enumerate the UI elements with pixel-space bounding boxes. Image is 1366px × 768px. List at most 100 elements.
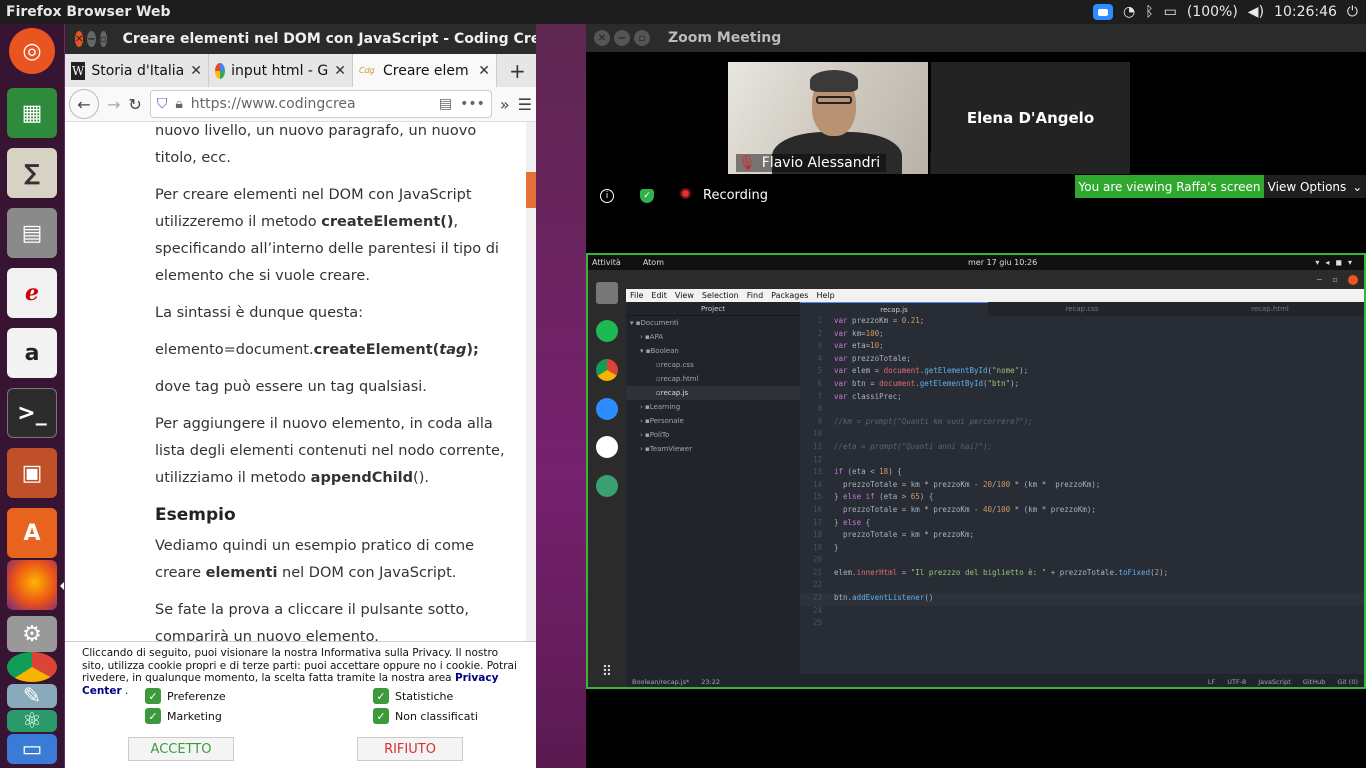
status-grammar: JavaScript (1258, 677, 1291, 686)
code-line[interactable]: 10 (800, 429, 1364, 442)
line-text: var prezzoKm = 0.21; (834, 316, 925, 325)
code-line[interactable]: 2 var km=100; (800, 329, 1364, 342)
text-editor-icon[interactable]: ✎ (7, 684, 57, 709)
line-text: //km = prompt("Quanti km vuoi percorrere… (834, 416, 1033, 426)
editor-tab: recap.css (1065, 305, 1099, 313)
check-icon: ✓ (145, 708, 161, 724)
code-line[interactable]: 5 var elem = document.getElementById("nom… (800, 366, 1364, 379)
maximize-icon[interactable]: ▫ (99, 31, 107, 47)
lock-icon[interactable]: 🔒︎ (175, 96, 182, 112)
bluetooth-icon[interactable]: ᛒ (1145, 4, 1153, 20)
code-line[interactable]: 11 //eta = prompt("Quanti anni hai?"); (800, 442, 1364, 455)
code-line[interactable]: 20 (800, 555, 1364, 568)
code-line[interactable]: 12 (800, 455, 1364, 468)
back-button[interactable]: ← (69, 89, 99, 119)
active-app-title[interactable]: Firefox Browser Web (6, 4, 171, 20)
video-tile-participant-2[interactable]: Elena D'Angelo (931, 62, 1130, 174)
files-icon[interactable]: ▭ (7, 734, 57, 764)
close-icon[interactable]: ✕ (75, 31, 84, 47)
page-scrollbar[interactable] (526, 122, 536, 642)
battery-percent[interactable]: (100%) (1187, 4, 1238, 20)
overflow-chevron-icon[interactable]: » (500, 95, 510, 114)
participant-name: Elena D'Angelo (966, 109, 1095, 127)
tree-item: ▫ recap.html (656, 375, 699, 383)
math-icon[interactable]: ∑ (7, 148, 57, 198)
minimize-icon[interactable]: − (87, 31, 96, 47)
code-line[interactable]: 23 btn.addEventListener() (800, 593, 1364, 606)
wifi-icon[interactable]: ◔ (1123, 4, 1135, 20)
code-line[interactable]: 21 elem.innerHtml = "Il prezzzo del bigli… (800, 568, 1364, 581)
line-number: 23 (812, 593, 822, 603)
info-icon[interactable]: i (600, 188, 614, 203)
atom-icon[interactable]: ⚛ (7, 709, 57, 734)
code-line[interactable]: 16 prezzoTotale = km * prezzoKm - 40/100… (800, 505, 1364, 518)
close-tab-icon[interactable]: ✕ (334, 63, 346, 79)
code-line[interactable]: 3 var eta=10; (800, 341, 1364, 354)
power-icon[interactable]: ⏻ (1347, 4, 1358, 20)
viewing-screen-banner: You are viewing Raffa's screen (1075, 175, 1264, 198)
code-line[interactable]: 6 var btn = document.getElementById("btn"… (800, 379, 1364, 392)
menu-icon[interactable]: ☰ (518, 95, 532, 114)
wikipedia-icon: W (71, 61, 86, 80)
code-line[interactable]: 13 if (eta < 18) { (800, 467, 1364, 480)
clock[interactable]: 10:26:46 (1274, 4, 1337, 20)
forward-button[interactable]: → (107, 95, 120, 114)
participant-hair (810, 70, 858, 92)
tab-input-html[interactable]: input html - G ✕ (209, 54, 353, 87)
checkbox-preferenze[interactable]: ✓ Preferenze (145, 688, 226, 704)
checkbox-statistiche[interactable]: ✓ Statistiche (373, 688, 453, 704)
accept-button[interactable]: ACCETTO (128, 737, 234, 761)
article-body: nuovo livello, un nuovo paragrafo, un nu… (155, 122, 515, 642)
code-line[interactable]: 9 //km = prompt("Quanti km vuoi percorrer… (800, 417, 1364, 430)
settings-icon[interactable]: ⚙ (7, 616, 57, 652)
document-viewer-icon[interactable]: ℯ (7, 268, 57, 318)
reject-button[interactable]: RIFIUTO (357, 737, 463, 761)
code-line[interactable]: 17} else { (800, 518, 1364, 531)
software-icon[interactable]: A (7, 508, 57, 558)
view-options-button[interactable]: View Options ⌄ (1264, 175, 1366, 198)
ubuntu-logo-icon[interactable]: ◎ (9, 28, 55, 74)
page-actions-icon[interactable]: ••• (460, 96, 485, 112)
encryption-shield-icon[interactable]: ✓ (640, 188, 654, 203)
video-tile-participant-1[interactable]: 🎙︎ Flavio Alessandri (728, 62, 928, 174)
tab-storia[interactable]: W Storia d'Italia ✕ (65, 54, 209, 87)
code-line[interactable]: 7 var classiPrec; (800, 392, 1364, 405)
firefox-icon[interactable] (7, 560, 57, 610)
checkbox-marketing[interactable]: ✓ Marketing (145, 708, 222, 724)
code-line[interactable]: 14 prezzoTotale = km * prezzoKm - 20/100… (800, 480, 1364, 493)
code-line[interactable]: 25 (800, 618, 1364, 631)
close-tab-icon[interactable]: ✕ (190, 63, 202, 79)
reload-button[interactable]: ↻ (128, 95, 141, 114)
code-line[interactable]: 19} (800, 543, 1364, 556)
code-line[interactable]: 24 (800, 606, 1364, 619)
amazon-icon[interactable]: a (7, 328, 57, 378)
tracking-shield-icon[interactable]: ⛉ (157, 96, 168, 112)
code-line[interactable]: 15} else if (eta > 65) { (800, 492, 1364, 505)
maximize-icon[interactable]: ▫ (634, 30, 650, 46)
code-line[interactable]: 22 (800, 580, 1364, 593)
new-tab-button[interactable]: + (509, 59, 526, 83)
volume-icon[interactable]: ◀) (1248, 4, 1264, 20)
reader-view-icon[interactable]: ▤ (439, 96, 452, 112)
chrome-icon[interactable] (7, 652, 57, 682)
scroll-thumb[interactable] (526, 172, 536, 208)
battery-icon[interactable]: ▭ (1164, 4, 1177, 20)
terminal-icon[interactable]: >_ (7, 388, 57, 438)
close-icon[interactable]: ✕ (594, 30, 610, 46)
tab-creare-elementi[interactable]: Cdg Creare elem ✕ (353, 54, 497, 87)
code-line[interactable]: 18 prezzoTotale = km * prezzoKm; (800, 530, 1364, 543)
close-tab-icon[interactable]: ✕ (478, 63, 490, 79)
checkbox-non-classificati[interactable]: ✓ Non classificati (373, 708, 478, 724)
shared-screen[interactable]: Attività Atom mer 17 giu 10:26 ▾◂◼▾ ⠿ − ▫… (586, 253, 1366, 689)
code-line[interactable]: 4 var prezzoTotale; (800, 354, 1364, 367)
code-line[interactable]: 1 var prezzoKm = 0.21; (800, 316, 1364, 329)
minimize-icon[interactable]: − (614, 30, 630, 46)
spreadsheet-icon[interactable]: ▦ (7, 88, 57, 138)
zoom-tray-icon[interactable] (1092, 4, 1113, 20)
file-cabinet-icon[interactable]: ▤ (7, 208, 57, 258)
url-bar[interactable]: ⛉ 🔒︎ https://www.codingcrea ▤ ••• (149, 90, 492, 118)
impress-icon[interactable]: ▣ (7, 448, 57, 498)
url-text[interactable]: https://www.codingcrea (191, 96, 356, 112)
code-line[interactable]: 8 (800, 404, 1364, 417)
recording-indicator[interactable]: Recording (680, 188, 768, 203)
